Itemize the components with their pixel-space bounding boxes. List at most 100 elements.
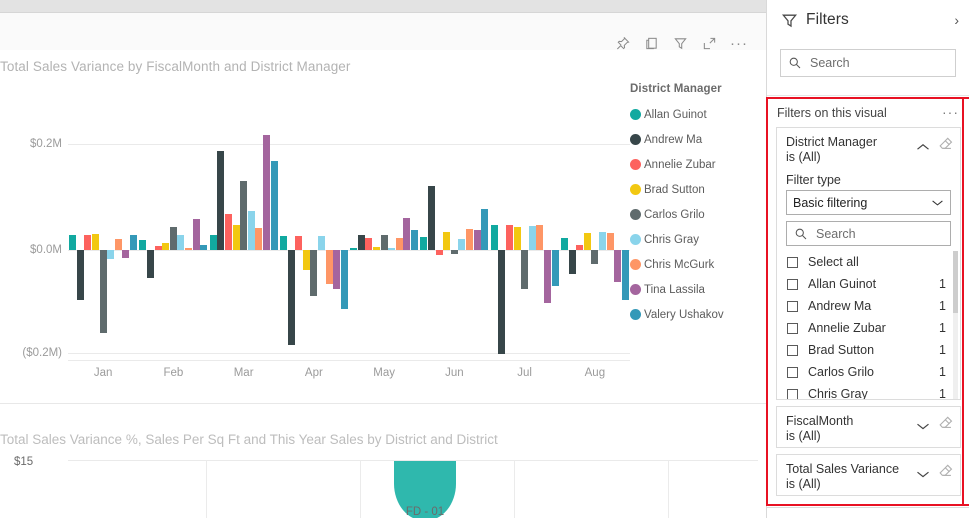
focus-mode-icon[interactable] — [701, 35, 718, 52]
legend-item[interactable]: Brad Sutton — [630, 177, 760, 202]
legend-item[interactable]: Tina Lassila — [630, 277, 760, 302]
filter-values-search-input[interactable]: Search — [786, 221, 951, 246]
legend-item[interactable]: Chris Gray — [630, 227, 760, 252]
bar[interactable] — [271, 161, 278, 250]
bar[interactable] — [210, 235, 217, 250]
bar[interactable] — [358, 235, 365, 250]
bar[interactable] — [240, 181, 247, 250]
bar[interactable] — [92, 234, 99, 250]
bar[interactable] — [122, 250, 129, 258]
checkbox[interactable] — [787, 345, 798, 356]
visual-total-sales-variance-by-month[interactable]: ··· Total Sales Variance by FiscalMonth … — [0, 13, 766, 403]
filters-pane[interactable]: Filters › Search Filters on this visual … — [766, 0, 969, 518]
filter-card-fiscalmonth[interactable]: FiscalMonth is (All) — [776, 406, 961, 448]
filter-item[interactable]: Annelie Zubar1 — [777, 317, 960, 339]
bar[interactable] — [536, 225, 543, 250]
legend-item[interactable]: Chris McGurk — [630, 252, 760, 277]
bar[interactable] — [436, 250, 443, 255]
checkbox[interactable] — [787, 389, 798, 400]
bar[interactable] — [561, 238, 568, 250]
bar[interactable] — [100, 250, 107, 333]
legend[interactable]: District Manager Allan GuinotAndrew MaAn… — [630, 83, 760, 327]
bar[interactable] — [288, 250, 295, 345]
bar[interactable] — [255, 228, 262, 250]
bar[interactable] — [333, 250, 340, 289]
pin-icon[interactable] — [614, 35, 631, 52]
legend-item[interactable]: Valery Ushakov — [630, 302, 760, 327]
legend-item[interactable]: Andrew Ma — [630, 127, 760, 152]
bar[interactable] — [310, 250, 317, 296]
bar[interactable] — [193, 219, 200, 250]
bar[interactable] — [318, 236, 325, 250]
bar[interactable] — [326, 250, 333, 284]
bar[interactable] — [177, 235, 184, 250]
bar[interactable] — [162, 243, 169, 250]
filter-item-select-all[interactable]: Select all — [777, 251, 960, 273]
bar[interactable] — [341, 250, 348, 309]
filter-card-district-manager[interactable]: District Manager is (All) Filter t — [776, 127, 961, 400]
bar[interactable] — [514, 227, 521, 250]
bar[interactable] — [248, 211, 255, 250]
bar[interactable] — [607, 233, 614, 250]
filter-item[interactable]: Andrew Ma1 — [777, 295, 960, 317]
filters-section-more-icon[interactable]: ··· — [942, 104, 959, 120]
clear-filter-eraser-icon[interactable] — [938, 136, 953, 150]
bar[interactable] — [622, 250, 629, 300]
filter-icon[interactable] — [672, 35, 689, 52]
filter-card-header[interactable]: District Manager is (All) — [777, 128, 960, 169]
bar[interactable] — [365, 238, 372, 250]
bar[interactable] — [107, 250, 114, 259]
filter-list-scrollbar-thumb[interactable] — [953, 251, 958, 313]
bar[interactable] — [599, 232, 606, 250]
bar[interactable] — [373, 247, 380, 249]
bar-series-container[interactable] — [68, 131, 630, 359]
clear-filter-eraser-icon[interactable] — [938, 463, 953, 477]
bar[interactable] — [552, 250, 559, 286]
bar[interactable] — [544, 250, 551, 304]
filter-item[interactable]: Chris Gray1 — [777, 383, 960, 400]
bar[interactable] — [84, 235, 91, 250]
bar[interactable] — [529, 226, 536, 250]
bar[interactable] — [295, 236, 302, 250]
bar[interactable] — [521, 250, 528, 289]
copy-icon[interactable] — [643, 35, 660, 52]
bar[interactable] — [77, 250, 84, 300]
bar[interactable] — [443, 232, 450, 250]
checkbox[interactable] — [787, 323, 798, 334]
bar[interactable] — [185, 248, 192, 250]
checkbox[interactable] — [787, 257, 798, 268]
bar[interactable] — [576, 245, 583, 250]
bar[interactable] — [139, 240, 146, 250]
bar[interactable] — [233, 225, 240, 250]
bar[interactable] — [115, 239, 122, 250]
bar[interactable] — [69, 235, 76, 250]
filter-card-total-sales-variance[interactable]: Total Sales Variance is (All) — [776, 454, 961, 496]
bar[interactable] — [428, 186, 435, 250]
bar[interactable] — [451, 250, 458, 254]
bar[interactable] — [491, 225, 498, 250]
legend-item[interactable]: Carlos Grilo — [630, 202, 760, 227]
bar[interactable] — [591, 250, 598, 264]
bar[interactable] — [130, 235, 137, 250]
bar[interactable] — [155, 246, 162, 250]
more-options-icon[interactable]: ··· — [730, 39, 748, 49]
bar[interactable] — [403, 218, 410, 250]
bar[interactable] — [280, 236, 287, 250]
filter-list-scrollbar[interactable] — [953, 251, 958, 400]
filter-item[interactable]: Carlos Grilo1 — [777, 361, 960, 383]
legend-item[interactable]: Annelie Zubar — [630, 152, 760, 177]
bar[interactable] — [217, 151, 224, 250]
bar[interactable] — [411, 230, 418, 250]
bar[interactable] — [263, 135, 270, 250]
bar[interactable] — [474, 230, 481, 250]
bar[interactable] — [225, 214, 232, 250]
filter-card-header[interactable]: FiscalMonth is (All) — [777, 407, 960, 448]
filter-item[interactable]: Brad Sutton1 — [777, 339, 960, 361]
bar[interactable] — [303, 250, 310, 270]
checkbox[interactable] — [787, 367, 798, 378]
filters-pane-search-input[interactable]: Search — [780, 49, 956, 77]
filter-values-list[interactable]: Select all Allan Guinot1Andrew Ma1Anneli… — [777, 251, 960, 400]
filter-card-header[interactable]: Total Sales Variance is (All) — [777, 455, 960, 496]
legend-item[interactable]: Allan Guinot — [630, 102, 760, 127]
checkbox[interactable] — [787, 301, 798, 312]
